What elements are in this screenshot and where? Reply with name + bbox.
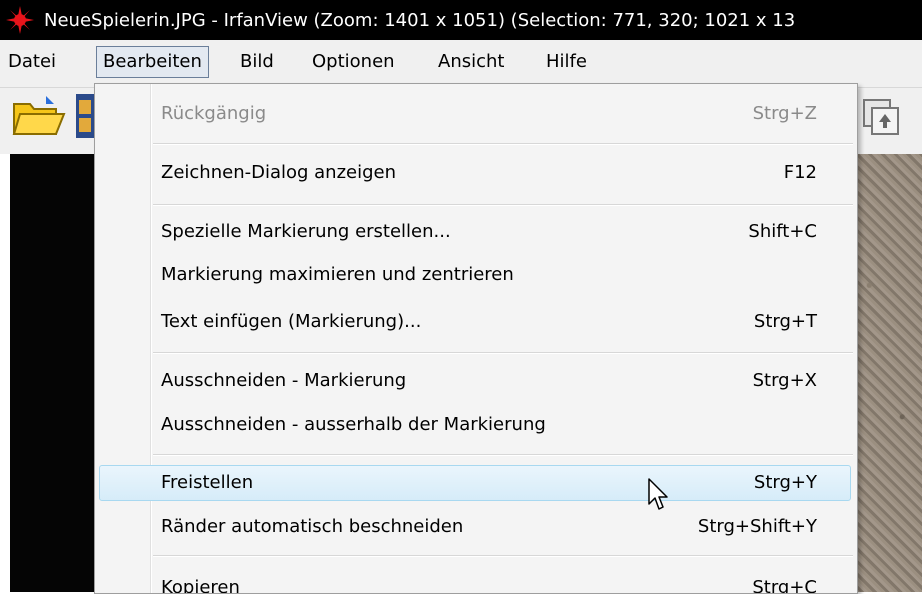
menu-item-label: Ausschneiden - ausserhalb der Markierung: [161, 414, 546, 435]
menu-separator: [153, 454, 853, 456]
copy-icon[interactable]: [862, 98, 902, 142]
menu-item-copy[interactable]: Kopieren Strg+C: [95, 570, 857, 594]
mouse-cursor-icon: [648, 478, 670, 516]
menu-separator: [153, 143, 853, 145]
menu-separator: [153, 204, 853, 206]
menu-bild[interactable]: Bild: [234, 46, 280, 78]
menu-item-shortcut: Strg+T: [753, 311, 817, 332]
open-folder-icon[interactable]: [12, 94, 68, 142]
menu-item-cut-selection[interactable]: Ausschneiden - Markierung Strg+X: [95, 363, 857, 399]
menu-item-label: Spezielle Markierung erstellen...: [161, 221, 451, 242]
menu-item-crop[interactable]: Freistellen Strg+Y: [95, 465, 857, 501]
menu-item-label: Rückgängig: [161, 103, 267, 124]
irfanview-icon[interactable]: [0, 0, 40, 40]
menu-item-label: Ränder automatisch beschneiden: [161, 516, 464, 537]
menu-item-label: Zeichnen-Dialog anzeigen: [161, 162, 397, 183]
menu-item-shortcut: Strg+Y: [753, 472, 817, 493]
menu-separator: [153, 555, 853, 557]
menu-item-label: Freistellen: [161, 472, 254, 493]
menu-item-special-selection[interactable]: Spezielle Markierung erstellen... Shift+…: [95, 214, 857, 250]
menu-item-auto-crop-borders[interactable]: Ränder automatisch beschneiden Strg+Shif…: [95, 509, 857, 545]
menu-item-draw-dialog[interactable]: Zeichnen-Dialog anzeigen F12: [95, 155, 857, 191]
menu-datei[interactable]: Datei: [2, 46, 62, 78]
title-bar: NeueSpielerin.JPG - IrfanView (Zoom: 140…: [0, 0, 922, 40]
menu-item-cut-outside[interactable]: Ausschneiden - ausserhalb der Markierung: [95, 407, 857, 443]
menu-item-shortcut: Strg+X: [752, 370, 817, 391]
menu-hilfe[interactable]: Hilfe: [540, 46, 593, 78]
image-canvas-photo[interactable]: [856, 154, 922, 592]
menu-item-shortcut: Strg+Z: [752, 103, 817, 124]
filmstrip-icon[interactable]: [76, 94, 94, 142]
menu-ansicht[interactable]: Ansicht: [432, 46, 510, 78]
menu-item-shortcut: F12: [783, 162, 817, 183]
menu-item-shortcut: Strg+Shift+Y: [697, 516, 817, 537]
menu-item-label: Kopieren: [161, 577, 240, 594]
menu-item-undo[interactable]: Rückgängig Strg+Z: [95, 96, 857, 132]
window-title: NeueSpielerin.JPG - IrfanView (Zoom: 140…: [44, 9, 796, 31]
menu-optionen[interactable]: Optionen: [306, 46, 401, 78]
menu-item-label: Text einfügen (Markierung)...: [161, 311, 422, 332]
menu-item-maximize-selection[interactable]: Markierung maximieren und zentrieren: [95, 257, 857, 293]
menu-item-label: Markierung maximieren und zentrieren: [161, 264, 514, 285]
edit-menu-dropdown: Rückgängig Strg+Z Zeichnen-Dialog anzeig…: [94, 83, 858, 594]
menu-item-shortcut: Shift+C: [748, 221, 817, 242]
menu-item-insert-text[interactable]: Text einfügen (Markierung)... Strg+T: [95, 304, 857, 340]
menu-separator: [153, 352, 853, 354]
menu-bearbeiten[interactable]: Bearbeiten: [96, 46, 209, 78]
menu-bar: Datei Bearbeiten Bild Optionen Ansicht H…: [0, 40, 922, 88]
menu-item-label: Ausschneiden - Markierung: [161, 370, 407, 391]
menu-item-shortcut: Strg+C: [752, 577, 817, 594]
